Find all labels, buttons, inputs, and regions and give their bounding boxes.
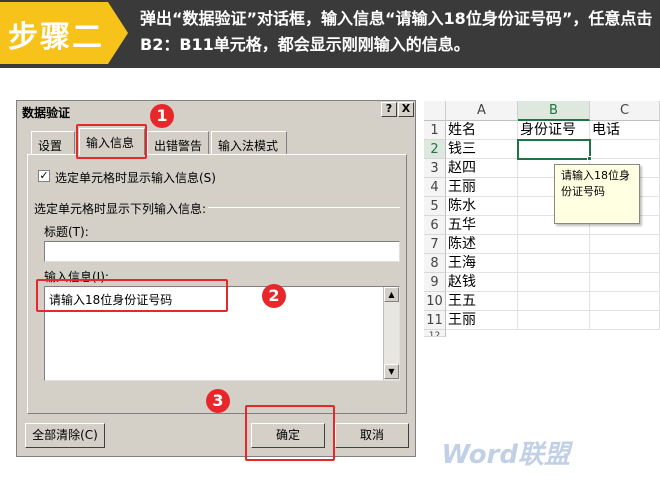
cell-a[interactable]: 陈述 bbox=[446, 235, 518, 254]
dialog-title: 数据验证 bbox=[19, 102, 413, 120]
cell-a[interactable]: 赵钱 bbox=[446, 273, 518, 292]
close-button[interactable]: X bbox=[398, 102, 414, 117]
step-badge-2: 2 bbox=[262, 284, 286, 308]
tab-error-alert[interactable]: 出错警告 bbox=[147, 131, 209, 155]
section-label: 选定单元格时显示下列输入信息: bbox=[34, 202, 207, 216]
cell-a[interactable]: 陈水 bbox=[446, 197, 518, 216]
column-header-a[interactable]: A bbox=[446, 101, 518, 121]
row-header[interactable]: 4 bbox=[424, 178, 446, 197]
message-scrollbar[interactable]: ▲ ▼ bbox=[383, 287, 399, 380]
column-header-c[interactable]: C bbox=[590, 101, 660, 121]
step-description: 弹出“数据验证”对话框，输入信息“请输入18位身份证号码”，任意点击B2：B11… bbox=[140, 9, 653, 54]
cancel-button[interactable]: 取消 bbox=[335, 423, 409, 448]
message-text: 请输入18位身份证号码 bbox=[49, 293, 173, 307]
row-header[interactable]: 8 bbox=[424, 254, 446, 273]
scroll-up-icon[interactable]: ▲ bbox=[384, 287, 399, 302]
column-header-b[interactable]: B bbox=[518, 101, 590, 121]
ok-button[interactable]: 确定 bbox=[251, 423, 325, 448]
cell-a[interactable]: 王丽 bbox=[446, 178, 518, 197]
row-header[interactable]: 7 bbox=[424, 235, 446, 254]
watermark-logo: Word联盟 bbox=[441, 440, 570, 470]
title-label: 标题(T): bbox=[44, 225, 89, 239]
show-message-label: 选定单元格时显示输入信息(S) bbox=[55, 171, 216, 185]
cell-c1[interactable]: 电话 bbox=[590, 121, 660, 140]
cell-a[interactable]: 赵四 bbox=[446, 159, 518, 178]
tab-input-message[interactable]: 输入信息 bbox=[79, 128, 145, 155]
message-textarea[interactable]: 请输入18位身份证号码 ▲ ▼ bbox=[44, 286, 400, 381]
row-header[interactable]: 5 bbox=[424, 197, 446, 216]
show-message-checkbox[interactable]: ✓ bbox=[38, 170, 50, 182]
input-message-tooltip: 请输入18位身份证号码 bbox=[554, 164, 640, 224]
cell-a[interactable]: 王海 bbox=[446, 254, 518, 273]
title-input[interactable] bbox=[44, 241, 400, 262]
row-header[interactable]: 9 bbox=[424, 273, 446, 292]
row-header[interactable]: 10 bbox=[424, 292, 446, 311]
clear-all-button[interactable]: 全部清除(C) bbox=[25, 423, 105, 448]
cell-a1[interactable]: 姓名 bbox=[446, 121, 518, 140]
cell-c[interactable] bbox=[590, 140, 660, 159]
scroll-down-icon[interactable]: ▼ bbox=[384, 364, 399, 379]
cell-c[interactable] bbox=[590, 235, 660, 254]
tab-settings[interactable]: 设置 bbox=[31, 131, 75, 155]
cell-b[interactable] bbox=[518, 235, 590, 254]
row-header[interactable]: 2 bbox=[424, 140, 446, 159]
cell-c[interactable] bbox=[590, 273, 660, 292]
select-all-corner[interactable] bbox=[424, 101, 446, 121]
row-header[interactable]: 1 bbox=[424, 121, 446, 140]
row-header[interactable]: 6 bbox=[424, 216, 446, 235]
tab-ime-mode[interactable]: 输入法模式 bbox=[211, 131, 287, 155]
step-badge-1: 1 bbox=[150, 104, 174, 128]
row-header[interactable]: 3 bbox=[424, 159, 446, 178]
cell-a[interactable]: 五华 bbox=[446, 216, 518, 235]
cell-b[interactable] bbox=[518, 254, 590, 273]
cell-c[interactable] bbox=[590, 311, 660, 330]
active-cell-selection bbox=[517, 139, 591, 160]
cell-c[interactable] bbox=[590, 292, 660, 311]
row-header[interactable]: 12 bbox=[424, 330, 446, 337]
step-badge-3: 3 bbox=[206, 389, 230, 413]
cell-a[interactable]: 王丽 bbox=[446, 311, 518, 330]
cell-b1[interactable]: 身份证号 bbox=[518, 121, 590, 140]
cell-b[interactable] bbox=[518, 311, 590, 330]
fill-handle[interactable] bbox=[587, 156, 592, 161]
row-header[interactable]: 11 bbox=[424, 311, 446, 330]
cell-b[interactable] bbox=[518, 273, 590, 292]
cell-a[interactable]: 王五 bbox=[446, 292, 518, 311]
help-button[interactable]: ? bbox=[381, 102, 397, 117]
step-badge: 步骤二 bbox=[0, 2, 128, 64]
step-label: 步骤二 bbox=[8, 20, 104, 55]
message-label: 输入信息(I): bbox=[44, 270, 109, 284]
section-divider bbox=[208, 207, 400, 208]
cell-c[interactable] bbox=[590, 254, 660, 273]
header-banner: 步骤二 弹出“数据验证”对话框，输入信息“请输入18位身份证号码”，任意点击B2… bbox=[0, 0, 660, 68]
tab-panel: ✓ 选定单元格时显示输入信息(S) 选定单元格时显示下列输入信息: 标题(T):… bbox=[27, 154, 407, 414]
cell-a[interactable]: 钱三 bbox=[446, 140, 518, 159]
cell-b[interactable] bbox=[518, 292, 590, 311]
